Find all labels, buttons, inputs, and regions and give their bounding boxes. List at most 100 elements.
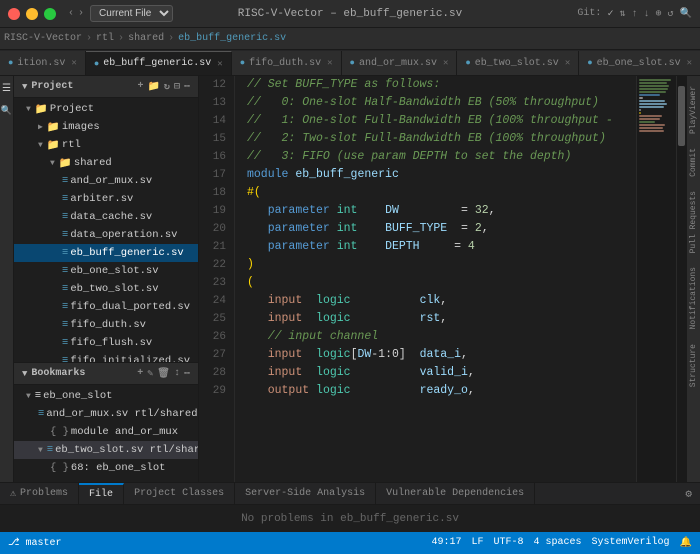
bottom-tab-file[interactable]: File (79, 483, 124, 504)
tree-item-data-operation[interactable]: ≡ data_operation.sv (14, 226, 198, 244)
tree-item-eb-buff-generic[interactable]: ≡ eb_buff_generic.sv (14, 244, 198, 262)
bookmark-add-icon[interactable]: + (137, 368, 143, 380)
status-git-branch[interactable]: ⎇ master (8, 537, 62, 549)
sidebar-more-icon[interactable]: ⋯ (184, 81, 190, 93)
bookmark-68-eb-one-slot[interactable]: { } 68: eb_one_slot (14, 459, 198, 477)
bookmark-nav-icon[interactable]: ↕ (174, 368, 180, 380)
code-line-22: ) (247, 256, 636, 274)
close-button[interactable] (8, 8, 20, 20)
status-spaces[interactable]: 4 spaces (534, 537, 582, 549)
right-tab-structure[interactable]: Structure (689, 338, 698, 393)
bookmark-item-eb-one-slot[interactable]: ▼ ≡ eb_one_slot (14, 387, 198, 405)
bookmark-edit-icon[interactable]: ✎ (147, 368, 153, 380)
tree-item-data-cache[interactable]: ≡ data_cache.sv (14, 208, 198, 226)
bottom-tab-vulnerable[interactable]: Vulnerable Dependencies (376, 483, 535, 504)
tab-close-4-icon[interactable]: ✕ (565, 58, 570, 68)
status-notifications-icon[interactable]: 🔔 (680, 537, 692, 549)
file-fifo-init-label: fifo_initialized.sv (70, 355, 190, 362)
minimap-line-3 (639, 85, 669, 87)
right-tab-commit[interactable]: Commit (689, 142, 698, 183)
tab-fifo-duth[interactable]: ● fifo_duth.sv ✕ (232, 51, 342, 75)
file-data-cache-label: data_cache.sv (70, 211, 152, 223)
sidebar-new-file-icon[interactable]: + (137, 81, 143, 93)
tree-item-and-or-mux[interactable]: ≡ and_or_mux.sv (14, 172, 198, 190)
maximize-button[interactable] (44, 8, 56, 20)
tree-item-eb-two-slot[interactable]: ≡ eb_two_slot.sv (14, 280, 198, 298)
code-content[interactable]: // Set BUFF_TYPE as follows: // 0: One-s… (235, 76, 636, 482)
line-num-28: 28 (199, 364, 226, 382)
bottom-tab-project-classes[interactable]: Project Classes (124, 483, 235, 504)
traffic-lights (8, 8, 56, 20)
minimap-line-14 (639, 118, 660, 120)
bookmark-settings-icon[interactable]: ⋯ (184, 368, 190, 380)
status-line-col[interactable]: 49:17 (431, 537, 461, 549)
minimap-line-16 (639, 124, 665, 126)
breadcrumb-rtl[interactable]: rtl (96, 33, 114, 44)
tree-item-rtl[interactable]: ▼ 📁 rtl (14, 136, 198, 154)
tab-eb-one-slot[interactable]: ● eb_one_slot.sv ✕ (579, 51, 700, 75)
tab-eb-two-slot[interactable]: ● eb_two_slot.sv ✕ (457, 51, 579, 75)
tab-icon-active: ● (94, 59, 99, 69)
vertical-scrollbar[interactable] (676, 76, 686, 482)
right-tab-notifications[interactable]: Notifications (689, 261, 698, 335)
status-encoding[interactable]: UTF-8 (494, 537, 524, 549)
right-tab-pull-requests[interactable]: Pull Requests (689, 185, 698, 259)
tab-close-3-icon[interactable]: ✕ (443, 58, 448, 68)
bottom-settings-icon[interactable]: ⚙ (685, 487, 692, 501)
tree-item-fifo-flush[interactable]: ≡ fifo_flush.sv (14, 334, 198, 352)
activity-project-icon[interactable]: ☰ (2, 84, 12, 94)
activity-bar: ☰ 🔍 (0, 76, 14, 482)
tree-item-arbiter[interactable]: ≡ arbiter.sv (14, 190, 198, 208)
status-line-ending[interactable]: LF (471, 537, 483, 549)
tab-close-icon[interactable]: ✕ (71, 58, 76, 68)
tree-item-fifo-duth[interactable]: ≡ fifo_duth.sv (14, 316, 198, 334)
line-num-13: 13 (199, 94, 226, 112)
minimap-line-15 (639, 121, 655, 123)
sidebar-new-folder-icon[interactable]: 📁 (147, 81, 159, 93)
breadcrumb-shared[interactable]: shared (128, 33, 164, 44)
bookmark-and-or-mux-file[interactable]: ≡ and_or_mux.sv rtl/shared (14, 405, 198, 423)
activity-search-icon[interactable]: 🔍 (2, 106, 12, 116)
back-btn[interactable]: ‹ (68, 8, 74, 19)
minimap-line-4 (639, 88, 668, 90)
tree-item-project[interactable]: ▼ 📁 Project (14, 100, 198, 118)
tree-item-fifo-dual[interactable]: ≡ fifo_dual_ported.sv (14, 298, 198, 316)
bookmark-eb-one-slot-label: eb_one_slot (43, 390, 112, 402)
git-controls: ⇅ ↑ ↓ ⊕ ↺ (619, 8, 673, 20)
code-line-12: // Set BUFF_TYPE as follows: (247, 76, 636, 94)
git-check[interactable]: ✓ (607, 8, 613, 20)
tab-close-2-icon[interactable]: ✕ (327, 58, 332, 68)
tree-item-fifo-initialized[interactable]: ≡ fifo_initialized.sv (14, 352, 198, 362)
minimize-button[interactable] (26, 8, 38, 20)
bookmark-eb-two-slot-file[interactable]: ▼ ≡ eb_two_slot.sv rtl/shared (14, 441, 198, 459)
current-file-selector[interactable]: Current File (90, 5, 173, 22)
tab-close-5-icon[interactable]: ✕ (687, 58, 692, 68)
bookmark-code-icon-1: { } (50, 426, 69, 438)
scrollbar-thumb[interactable] (678, 86, 685, 146)
breadcrumb-project[interactable]: RISC-V-Vector (4, 33, 82, 44)
second-toolbar: RISC-V-Vector › rtl › shared › eb_buff_g… (0, 28, 700, 50)
bottom-tab-problems[interactable]: ⚠ Problems (0, 483, 79, 504)
tree-item-eb-one-slot[interactable]: ≡ eb_one_slot.sv (14, 262, 198, 280)
bookmark-eb-two-expand: ▼ (38, 446, 43, 455)
sidebar-collapse-icon[interactable]: ⊟ (174, 81, 180, 93)
file-icon-fifo-init: ≡ (62, 355, 68, 362)
tab-ition[interactable]: ● ition.sv ✕ (0, 51, 86, 75)
sidebar-refresh-icon[interactable]: ↻ (164, 81, 170, 93)
file-icon-fifo-flush: ≡ (62, 337, 68, 349)
right-tab-playviewer[interactable]: PlayViewer (689, 80, 698, 140)
tree-item-shared[interactable]: ▼ 📁 shared (14, 154, 198, 172)
tab-close-active-icon[interactable]: ✕ (217, 59, 222, 69)
search-icon[interactable]: 🔍 (680, 8, 692, 20)
code-line-13: // 0: One-slot Half-Bandwidth EB (50% th… (247, 94, 636, 112)
status-language[interactable]: SystemVerilog (592, 537, 670, 549)
bottom-tab-server-analysis[interactable]: Server-Side Analysis (235, 483, 376, 504)
bookmark-module-and-or-mux[interactable]: { } module and_or_mux (14, 423, 198, 441)
bookmark-delete-icon[interactable]: 🗑 (157, 368, 170, 380)
tree-item-images[interactable]: ▶ 📁 images (14, 118, 198, 136)
bookmarks-header-icons: + ✎ 🗑 ↕ ⋯ (137, 368, 190, 380)
forward-btn[interactable]: › (78, 8, 84, 19)
tab-eb-buff-generic[interactable]: ● eb_buff_generic.sv ✕ (86, 51, 232, 75)
breadcrumb-file[interactable]: eb_buff_generic.sv (178, 33, 286, 44)
tab-and-or-mux[interactable]: ● and_or_mux.sv ✕ (342, 51, 458, 75)
